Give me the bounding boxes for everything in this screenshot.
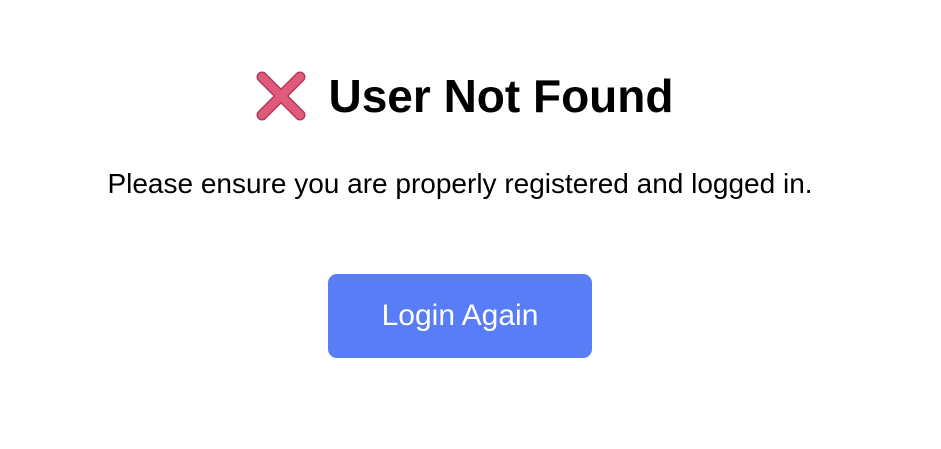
cross-mark-icon [255, 70, 307, 122]
login-again-button[interactable]: Login Again [328, 274, 592, 358]
error-message: Please ensure you are properly registere… [107, 168, 813, 199]
error-heading: User Not Found [0, 64, 928, 128]
page-title: User Not Found [328, 70, 674, 122]
